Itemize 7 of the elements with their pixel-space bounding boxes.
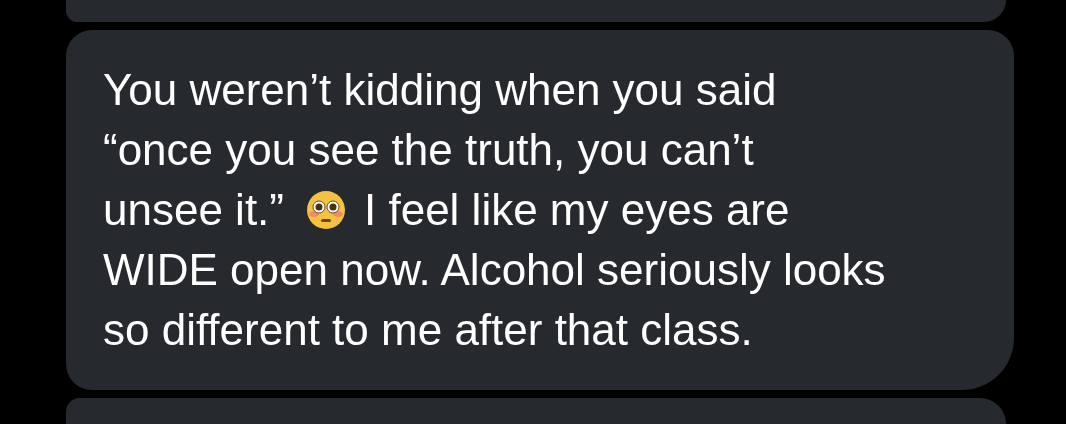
- flushed-face-icon: [306, 190, 346, 230]
- message-text: WIDE open now. Alcohol seriously looks: [103, 244, 886, 296]
- message-text: “once you see the truth, you can’t: [103, 124, 754, 176]
- message-text: I feel like my eyes are: [364, 184, 790, 236]
- message-text: You weren’t kidding when you said: [103, 64, 777, 116]
- message-text: unsee it.”: [103, 184, 284, 236]
- message-text: so different to me after that class.: [103, 304, 753, 356]
